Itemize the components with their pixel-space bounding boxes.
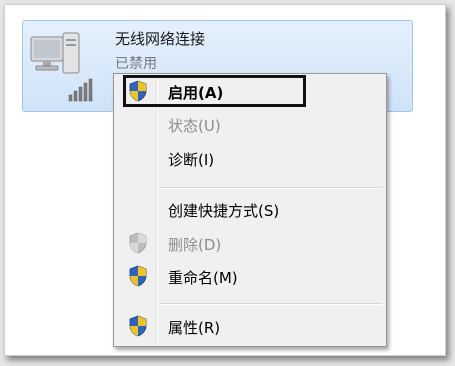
menu-item-diagnose[interactable]: 诊断(I) [116, 145, 382, 171]
menu-item-status[interactable]: 状态(U) [116, 111, 382, 137]
uac-shield-icon [129, 232, 147, 254]
menu-item-label: 删除(D) [168, 236, 222, 254]
menu-item-label: 创建快捷方式(S) [168, 202, 280, 220]
menu-item-label: 重命名(M) [168, 269, 238, 287]
highlight-box [123, 75, 306, 107]
menu-item-create-shortcut[interactable]: 创建快捷方式(S) [116, 196, 382, 222]
uac-shield-icon [129, 315, 147, 337]
menu-separator [160, 303, 382, 305]
menu-item-properties[interactable]: 属性(R) [116, 313, 382, 339]
menu-item-label: 属性(R) [168, 319, 221, 337]
menu-separator [160, 187, 382, 189]
menu-item-label: 诊断(I) [168, 151, 215, 169]
menu-item-rename[interactable]: 重命名(M) [116, 263, 382, 289]
signal-bars-icon [68, 78, 93, 102]
menu-item-label: 状态(U) [168, 117, 221, 135]
uac-shield-icon [129, 265, 147, 287]
menu-item-delete[interactable]: 删除(D) [116, 230, 382, 256]
adapter-status: 已禁用 [115, 56, 157, 72]
computer-network-icon [30, 32, 93, 102]
adapter-name: 无线网络连接 [115, 30, 206, 48]
context-menu: 启用(A) 状态(U) 诊断(I) 创建快捷方式(S) 删除(D) 重命名(M)… [113, 73, 387, 347]
screenshot-frame: 无线网络连接 已禁用 ß 启用(A) 状态(U) 诊断(I) 创建快捷方式(S) [4, 4, 446, 356]
